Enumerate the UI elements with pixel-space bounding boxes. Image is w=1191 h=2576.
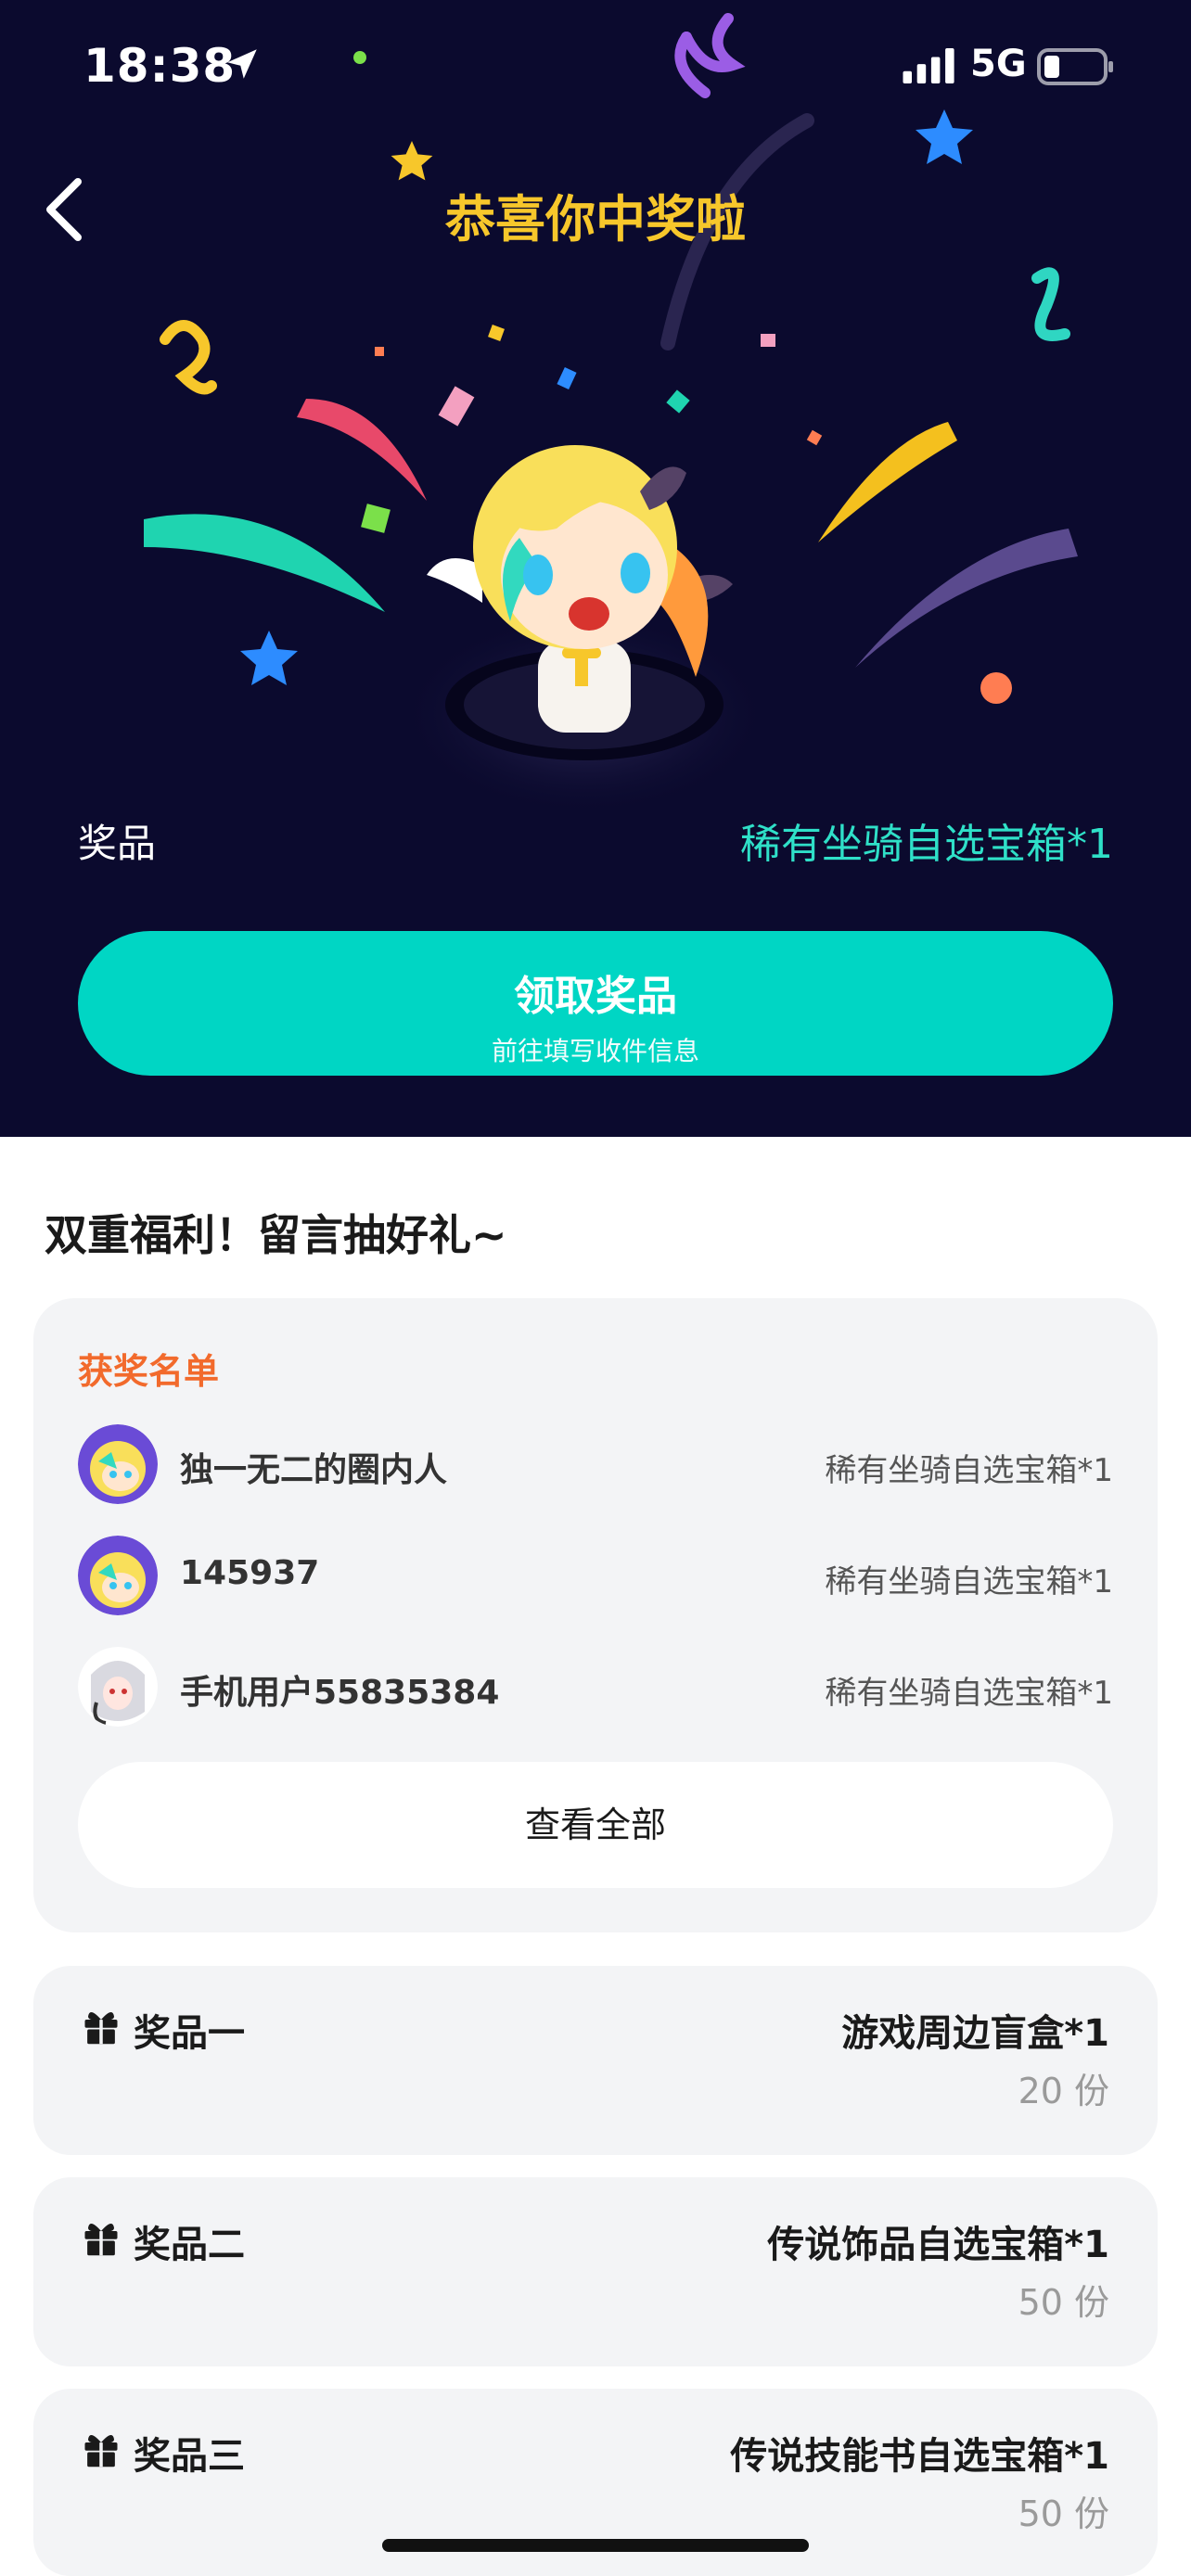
winner-row: 手机用户55835384 稀有坐骑自选宝箱*1 [78, 1647, 1113, 1730]
prize-tier-count: 50 份 [1018, 2282, 1109, 2323]
prize-tier-card: 奖品二 传说饰品自选宝箱*1 50 份 [33, 2177, 1158, 2366]
prize-label: 奖品 [78, 821, 157, 866]
section-title: 双重福利！留言抽好礼~ [45, 1210, 507, 1260]
home-indicator[interactable] [382, 2539, 809, 2552]
status-time: 18:38 [83, 39, 237, 93]
prize-tier-name: 传说技能书自选宝箱*1 [730, 2435, 1109, 2478]
winner-prize: 稀有坐骑自选宝箱*1 [825, 1452, 1113, 1489]
prize-tier-label: 奖品一 [134, 2012, 245, 2055]
page-title: 恭喜你中奖啦 [445, 190, 746, 249]
prize-tier-name: 游戏周边盲盒*1 [841, 2012, 1109, 2055]
avatar [78, 1536, 158, 1615]
gift-icon [84, 2224, 118, 2256]
winners-card: 获奖名单 独一无二的圈内人 稀有坐骑自选宝箱*1 145937 稀有坐骑自选宝箱… [33, 1298, 1158, 1932]
view-all-button[interactable]: 查看全部 [78, 1762, 1113, 1888]
winners-heading: 获奖名单 [78, 1351, 220, 1392]
mascot-illustration [399, 445, 770, 816]
winner-name: 独一无二的圈内人 [180, 1451, 448, 1489]
prize-tier-card: 奖品一 游戏周边盲盒*1 20 份 [33, 1966, 1158, 2155]
winner-row: 145937 稀有坐骑自选宝箱*1 [78, 1536, 1113, 1619]
prize-tier-count: 20 份 [1018, 2071, 1109, 2111]
winner-name: 145937 [180, 1554, 320, 1592]
network-label: 5G [970, 43, 1027, 85]
gift-icon [84, 2012, 118, 2045]
winner-name: 手机用户55835384 [180, 1674, 500, 1712]
winner-row: 独一无二的圈内人 稀有坐骑自选宝箱*1 [78, 1424, 1113, 1508]
prize-tier-name: 传说饰品自选宝箱*1 [767, 2224, 1109, 2266]
signal-icon [903, 48, 954, 83]
gift-icon [84, 2435, 118, 2468]
winner-prize: 稀有坐骑自选宝箱*1 [825, 1675, 1113, 1712]
prize-tier-label: 奖品二 [134, 2224, 245, 2266]
claim-prize-button[interactable]: 领取奖品 前往填写收件信息 [78, 931, 1113, 1076]
claim-button-subtitle: 前往填写收件信息 [491, 1036, 699, 1066]
avatar [78, 1424, 158, 1504]
winner-prize: 稀有坐骑自选宝箱*1 [825, 1563, 1113, 1600]
prize-tier-count: 50 份 [1018, 2493, 1109, 2534]
claim-button-title: 领取奖品 [514, 973, 677, 1020]
hero-section: 18:38 5G 恭喜你中奖啦 奖品 稀有坐骑自选宝箱*1 领取奖品 前往填写收… [0, 0, 1191, 1137]
battery-icon [1037, 48, 1113, 85]
prize-tier-label: 奖品三 [134, 2435, 245, 2478]
location-arrow-icon [227, 49, 257, 79]
prize-value: 稀有坐骑自选宝箱*1 [740, 821, 1113, 868]
avatar [78, 1647, 158, 1727]
